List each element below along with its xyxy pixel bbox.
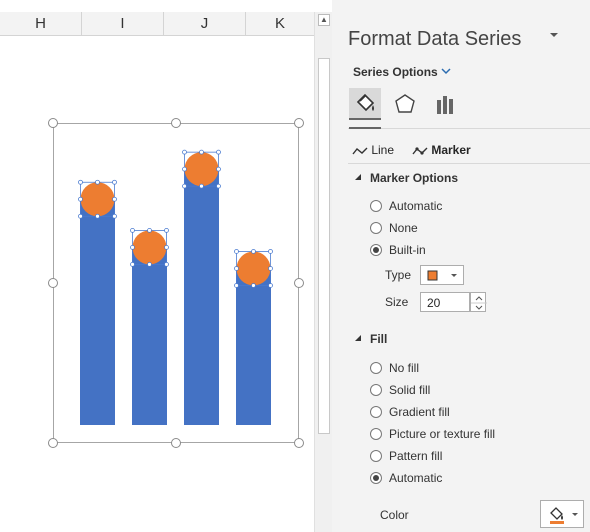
radio-gradient-fill[interactable] (370, 406, 382, 418)
radio-pattern-fill[interactable] (370, 450, 382, 462)
automatic-fill-option[interactable]: Automatic (370, 469, 442, 487)
gradient-fill-option[interactable]: Gradient fill (370, 403, 450, 421)
option-label: Automatic (389, 199, 443, 213)
format-data-series-pane: Format Data Series Series Options Line M… (332, 0, 590, 532)
paint-bucket-icon (356, 93, 375, 112)
chart-plot[interactable] (54, 124, 300, 444)
column-header-k[interactable]: K (246, 12, 314, 36)
effects-tab[interactable] (389, 88, 421, 120)
top-strip (0, 0, 314, 12)
column-header-j[interactable]: J (164, 12, 246, 36)
option-label: Built-in (389, 243, 426, 257)
size-spinner[interactable] (470, 292, 487, 312)
line-subtab[interactable]: Line (352, 143, 394, 161)
radio-automatic-fill[interactable] (370, 472, 382, 484)
option-label: No fill (389, 361, 420, 375)
bar-4[interactable] (236, 268, 271, 425)
bar-2[interactable] (132, 247, 167, 425)
resize-handle-ml[interactable] (48, 278, 58, 288)
option-label: Solid fill (389, 383, 431, 397)
chevron-down-icon[interactable] (440, 66, 452, 76)
pane-title: Format Data Series (348, 28, 522, 50)
collapse-triangle-icon[interactable] (354, 173, 362, 181)
type-label: Type (385, 268, 412, 282)
paint-bucket-color-icon (550, 507, 578, 524)
chart-area[interactable] (53, 123, 299, 443)
bar-chart-icon (437, 96, 453, 114)
column-header-i[interactable]: I (82, 12, 164, 36)
pattern-fill-option[interactable]: Pattern fill (370, 447, 442, 465)
option-label: Automatic (389, 471, 443, 485)
bar-1[interactable] (80, 199, 115, 425)
color-label: Color (380, 508, 409, 522)
radio-marker-builtin[interactable] (370, 244, 382, 256)
no-fill-option[interactable]: No fill (370, 359, 419, 377)
marker-size-input[interactable]: 20 (420, 292, 470, 312)
bar-3[interactable] (184, 169, 219, 425)
pentagon-icon (395, 94, 415, 113)
radio-marker-none[interactable] (370, 222, 382, 234)
marker-automatic-option[interactable]: Automatic (370, 197, 442, 215)
option-label: Pattern fill (389, 449, 443, 463)
option-label: Picture or texture fill (389, 427, 496, 441)
series-options-tab[interactable] (429, 88, 461, 120)
active-tab-indicator (349, 127, 381, 129)
fill-heading[interactable]: Fill (370, 332, 387, 346)
marker-subtab-label: Marker (431, 143, 471, 157)
solid-fill-option[interactable]: Solid fill (370, 381, 430, 399)
scroll-up-icon[interactable]: ▲ (318, 14, 330, 26)
divider (348, 163, 590, 164)
collapse-triangle-icon[interactable] (354, 334, 362, 342)
picture-texture-fill-option[interactable]: Picture or texture fill (370, 425, 495, 443)
radio-solid-fill[interactable] (370, 384, 382, 396)
radio-picture-texture-fill[interactable] (370, 428, 382, 440)
worksheet[interactable]: H I J K (0, 0, 314, 532)
pane-options-dropdown-icon[interactable] (548, 30, 560, 40)
radio-no-fill[interactable] (370, 362, 382, 374)
resize-handle-tl[interactable] (48, 118, 58, 128)
spinner-arrows-icon (471, 296, 487, 310)
marker-subtab[interactable]: Marker (412, 143, 471, 161)
resize-handle-tc[interactable] (171, 118, 181, 128)
marker-type-preview-icon (427, 270, 457, 281)
resize-handle-bl[interactable] (48, 438, 58, 448)
line-subtab-label: Line (371, 143, 395, 157)
vertical-scrollbar[interactable]: ▲ (314, 12, 332, 532)
size-label: Size (385, 295, 409, 309)
divider (348, 128, 590, 129)
resize-handle-bc[interactable] (171, 438, 181, 448)
option-label: Gradient fill (389, 405, 450, 419)
marker-builtin-option[interactable]: Built-in (370, 241, 426, 259)
series-options-dropdown[interactable]: Series Options (353, 65, 438, 79)
marker-options-heading[interactable]: Marker Options (370, 171, 458, 185)
line-icon (352, 147, 368, 155)
resize-handle-tr[interactable] (294, 118, 304, 128)
resize-handle-br[interactable] (294, 438, 304, 448)
marker-none-option[interactable]: None (370, 219, 418, 237)
scroll-thumb[interactable] (318, 58, 330, 434)
resize-handle-mr[interactable] (294, 278, 304, 288)
fill-color-picker[interactable] (540, 500, 584, 528)
marker-icon (412, 147, 428, 155)
column-headers: H I J K (0, 12, 314, 36)
radio-marker-automatic[interactable] (370, 200, 382, 212)
marker-type-dropdown[interactable] (420, 265, 464, 285)
option-label: None (389, 221, 418, 235)
column-header-h[interactable]: H (0, 12, 82, 36)
fill-line-tab[interactable] (349, 88, 381, 120)
